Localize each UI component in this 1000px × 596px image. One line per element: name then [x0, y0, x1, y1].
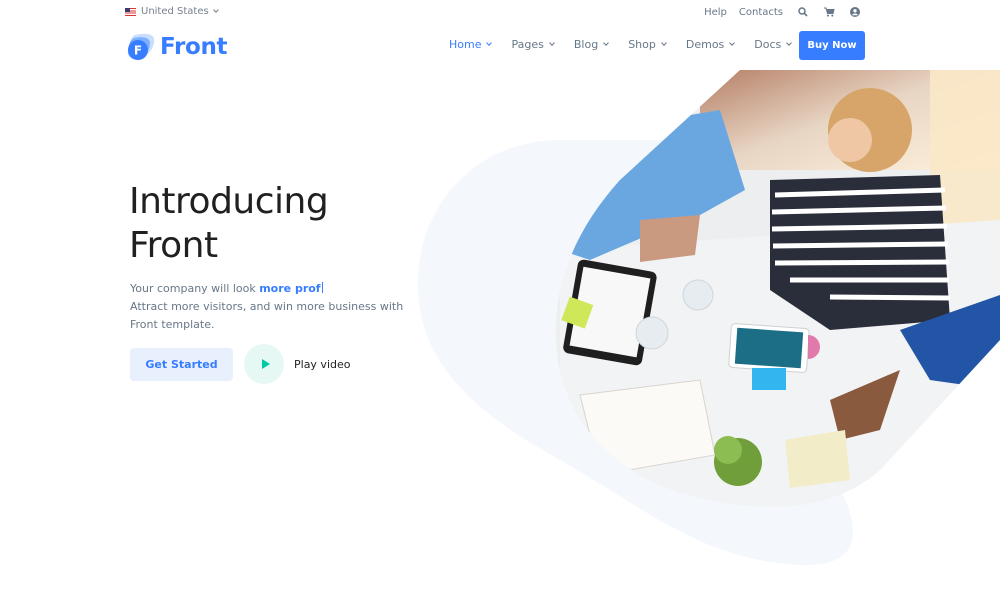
hero-title-line2: Front	[129, 225, 218, 266]
top-bar: United States Help Contacts	[0, 0, 1000, 26]
nav-item-demos[interactable]: Demos	[685, 38, 736, 51]
brand-name: Front	[160, 34, 228, 60]
top-links: Help Contacts	[692, 6, 861, 18]
svg-text:F: F	[134, 44, 142, 58]
logo-icon: F	[125, 31, 157, 63]
chevron-down-icon	[212, 7, 219, 13]
chevron-down-icon	[661, 40, 667, 46]
cart-icon[interactable]	[823, 6, 835, 18]
typing-cursor	[321, 282, 323, 293]
hero-title: Introducing Front	[129, 180, 329, 268]
chevron-down-icon	[603, 40, 610, 46]
nav-item-pages[interactable]: Pages	[511, 38, 555, 51]
nav-item-label: Demos	[685, 38, 725, 51]
nav-item-label: Shop	[628, 38, 656, 51]
buy-now-button[interactable]: Buy Now	[799, 31, 865, 60]
nav-item-blog[interactable]: Blog	[573, 38, 610, 51]
play-video-button[interactable]: Play video	[244, 344, 350, 384]
main-nav: Home Pages Blog Shop Demos Docs	[449, 38, 811, 51]
nav-item-docs[interactable]: Docs	[754, 38, 793, 51]
chevron-down-icon	[729, 40, 736, 46]
hero-desc-line2: Attract more visitors, and win more busi…	[130, 300, 404, 331]
hero-description: Your company will look more prof Attract…	[130, 280, 405, 334]
user-icon[interactable]	[849, 6, 861, 18]
nav-item-home[interactable]: Home	[449, 38, 493, 51]
nav-item-label: Docs	[754, 38, 782, 51]
region-label: United States	[141, 6, 209, 17]
contacts-link[interactable]: Contacts	[739, 7, 783, 18]
help-link[interactable]: Help	[704, 7, 727, 18]
region-selector[interactable]: United States	[125, 6, 219, 17]
play-circle[interactable]	[244, 344, 284, 384]
search-icon[interactable]	[797, 6, 809, 18]
get-started-button[interactable]: Get Started	[130, 348, 233, 381]
play-icon	[261, 359, 270, 369]
chevron-down-icon	[786, 40, 793, 46]
nav-item-label: Home	[449, 38, 482, 51]
nav-item-label: Pages	[511, 38, 544, 51]
hero-title-line1: Introducing	[129, 181, 329, 222]
play-video-label: Play video	[294, 357, 351, 371]
us-flag-icon	[125, 7, 136, 16]
hero-desc-prefix: Your company will look	[130, 282, 260, 295]
chevron-down-icon	[486, 40, 493, 46]
nav-item-label: Blog	[573, 38, 599, 51]
nav-item-shop[interactable]: Shop	[628, 38, 667, 51]
brand-logo[interactable]: F Front	[125, 31, 228, 63]
chevron-down-icon	[549, 40, 555, 46]
typed-text: more prof	[259, 282, 321, 295]
